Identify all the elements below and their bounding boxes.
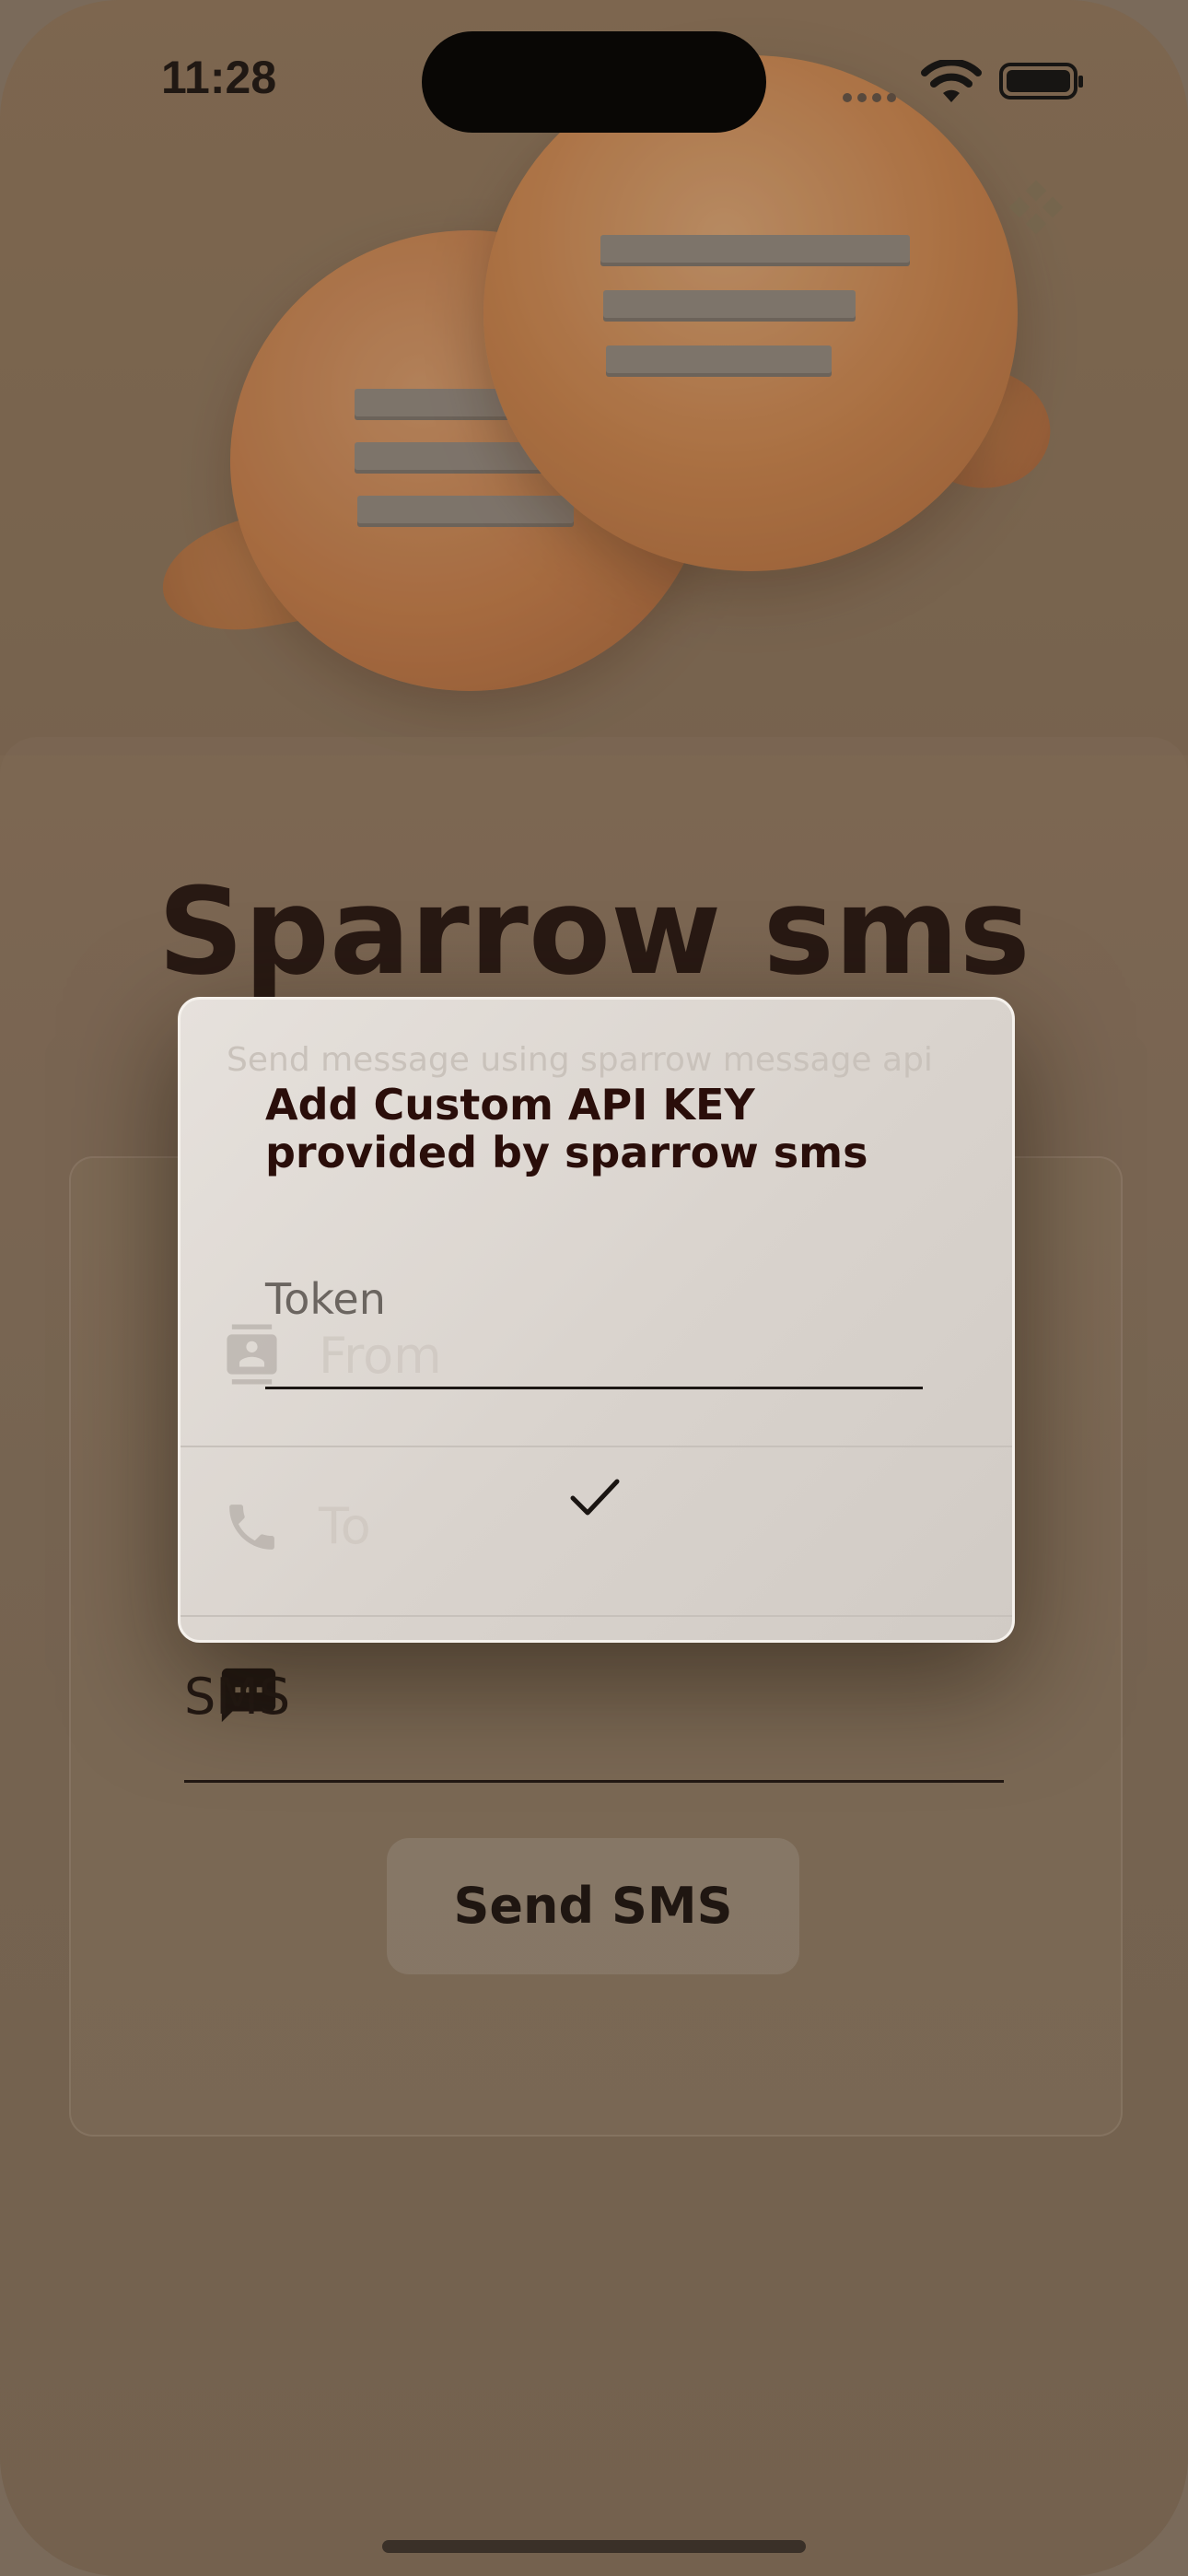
api-key-dialog: Send message using sparrow message api A… — [178, 997, 1015, 1643]
background-subtitle-bleed: Send message using sparrow message api — [227, 1041, 933, 1079]
home-indicator[interactable] — [382, 2540, 806, 2553]
dialog-title: Add Custom API KEY provided by sparrow s… — [265, 1080, 868, 1177]
token-input[interactable] — [265, 1331, 923, 1389]
to-field-bleed: To — [319, 1497, 371, 1555]
confirm-button[interactable] — [544, 1451, 646, 1543]
check-icon — [570, 1479, 620, 1516]
phone-icon-bleed — [229, 1505, 274, 1550]
dialog-divider — [181, 1446, 1012, 1447]
token-label: Token — [265, 1274, 386, 1324]
phone-screen: 11:28 Sparrow sms Send message using spa… — [0, 0, 1188, 2576]
dialog-divider — [181, 1615, 1012, 1617]
